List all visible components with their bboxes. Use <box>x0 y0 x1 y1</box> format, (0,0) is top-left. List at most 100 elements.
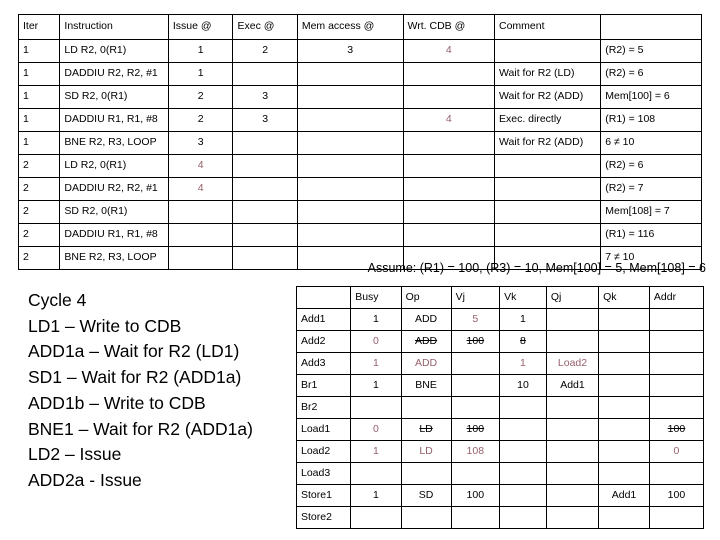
cycle-note-line: LD2 – Issue <box>28 444 122 465</box>
cell-result: 6 ≠ 10 <box>600 131 702 155</box>
cell-op: ADD <box>400 330 452 353</box>
cell-op: LD <box>400 418 452 441</box>
cell-comment <box>493 223 602 247</box>
cell-mem-access <box>296 200 404 224</box>
cell-comment <box>493 200 602 224</box>
cell-busy <box>350 462 402 485</box>
table-row: 2 DADDIU R1, R1, #8 (R1) = 116 <box>17 223 702 247</box>
cell-instruction: DADDIU R2, R2, #1 <box>59 62 169 86</box>
cell-instruction: LD R2, 0(R1) <box>59 39 169 63</box>
cell-issue <box>167 223 234 247</box>
cell-op <box>400 506 452 529</box>
cell-iter: 2 <box>17 200 61 224</box>
cell-vk: 1 <box>499 308 547 331</box>
cell-addr <box>648 308 705 331</box>
cell-vk <box>499 396 547 419</box>
rs-row: Load3 <box>295 462 705 485</box>
cell-qk <box>598 374 650 397</box>
cell-mem-access: 3 <box>296 39 404 63</box>
reservation-station-table: Busy Op Vj Vk Qj Qk Addr Add1 1 ADD 5 1 Add2 0… <box>295 286 705 529</box>
cell-iter: 2 <box>17 223 61 247</box>
table-row: 1 LD R2, 0(R1) 1 2 3 4 (R2) = 5 <box>17 39 702 63</box>
cell-write-cdb <box>402 177 496 201</box>
cell-vk <box>499 506 547 529</box>
cell-vk <box>499 440 547 463</box>
cell-op <box>400 462 452 485</box>
rs-row-label: Add2 <box>295 330 352 353</box>
cell-addr: 100 <box>648 484 705 507</box>
cell-result: (R2) = 6 <box>600 154 702 178</box>
cell-busy: 0 <box>350 330 402 353</box>
cell-comment: Exec. directly <box>493 108 602 132</box>
cell-vj <box>450 506 501 529</box>
rs-col-header-vj: Vj <box>450 286 501 309</box>
cell-qj <box>545 506 600 529</box>
cell-comment: Wait for R2 (LD) <box>493 62 602 86</box>
cell-vk: 1 <box>499 352 547 375</box>
cell-addr <box>648 352 705 375</box>
rs-row: Br1 1 BNE 10 Add1 <box>295 374 705 397</box>
cell-write-cdb: 4 <box>402 39 496 63</box>
cell-busy: 1 <box>350 440 402 463</box>
table-header-row: Iter Instruction Issue @ Exec @ Mem acce… <box>17 14 702 40</box>
cell-exec <box>232 62 298 86</box>
rs-row: Store1 1 SD 100 Add1 100 <box>295 484 705 507</box>
cell-issue <box>167 200 234 224</box>
rs-row-label: Load3 <box>295 462 352 485</box>
cell-iter: 1 <box>17 85 61 109</box>
cell-qj <box>545 484 600 507</box>
cell-mem-access <box>296 131 404 155</box>
rs-row: Load2 1 LD 108 0 <box>295 440 705 463</box>
cycle-notes-block: Cycle 4 LD1 – Write to CDB ADD1a – Wait f… <box>28 288 253 494</box>
rs-col-header-name <box>295 286 352 309</box>
col-header-instruction: Instruction <box>59 14 169 40</box>
rs-table-body: Add1 1 ADD 5 1 Add2 0 ADD 100 8 Add3 1 ADD 1 Load2 Br1 1… <box>295 308 705 529</box>
cell-exec <box>232 131 298 155</box>
rs-row-label: Load1 <box>295 418 352 441</box>
cell-vk: 8 <box>499 330 547 353</box>
cell-iter: 1 <box>17 131 61 155</box>
cell-result: (R1) = 116 <box>600 223 702 247</box>
rs-col-header-qk: Qk <box>598 286 650 309</box>
cell-instruction: BNE R2, R3, LOOP <box>59 131 169 155</box>
col-header-write-cdb: Wrt. CDB @ <box>402 14 496 40</box>
cell-qk <box>598 440 650 463</box>
rs-header-row: Busy Op Vj Vk Qj Qk Addr <box>295 286 705 309</box>
assumption-note: Assume: (R1) = 100, (R3) = 10, Mem[100] … <box>367 261 706 275</box>
cell-result: Mem[100] = 6 <box>600 85 702 109</box>
cell-qk <box>598 506 650 529</box>
cell-busy: 1 <box>350 352 402 375</box>
cell-result: (R2) = 6 <box>600 62 702 86</box>
cell-op: LD <box>400 440 452 463</box>
cell-write-cdb <box>402 223 496 247</box>
cycle-note-line: ADD1b – Write to CDB <box>28 392 206 413</box>
cycle-note-line: BNE1 – Wait for R2 (ADD1a) <box>28 418 253 439</box>
cell-qj <box>545 462 600 485</box>
cell-mem-access <box>296 223 404 247</box>
cell-exec <box>232 154 298 178</box>
cell-write-cdb <box>402 85 496 109</box>
cell-vj <box>450 352 501 375</box>
col-header-mem-access: Mem access @ <box>296 14 404 40</box>
cell-addr <box>648 330 705 353</box>
cell-vj <box>450 374 501 397</box>
cell-instruction: DADDIU R1, R1, #8 <box>59 223 169 247</box>
cell-issue: 1 <box>167 39 234 63</box>
cell-mem-access <box>296 154 404 178</box>
cell-instruction: DADDIU R1, R1, #8 <box>59 108 169 132</box>
cell-op: ADD <box>400 308 452 331</box>
col-header-iter: Iter <box>17 14 61 40</box>
cell-instruction: SD R2, 0(R1) <box>59 85 169 109</box>
rs-row-label: Load2 <box>295 440 352 463</box>
rs-table-header: Busy Op Vj Vk Qj Qk Addr <box>295 286 705 309</box>
cell-addr: 100 <box>648 418 705 441</box>
cell-vj: 100 <box>450 418 501 441</box>
cell-write-cdb <box>402 154 496 178</box>
cell-instruction: DADDIU R2, R2, #1 <box>59 177 169 201</box>
rs-col-header-qj: Qj <box>545 286 600 309</box>
cell-qk <box>598 396 650 419</box>
cell-op: ADD <box>400 352 452 375</box>
cell-comment: Wait for R2 (ADD) <box>493 85 602 109</box>
cell-vk: 10 <box>499 374 547 397</box>
cell-qk <box>598 308 650 331</box>
